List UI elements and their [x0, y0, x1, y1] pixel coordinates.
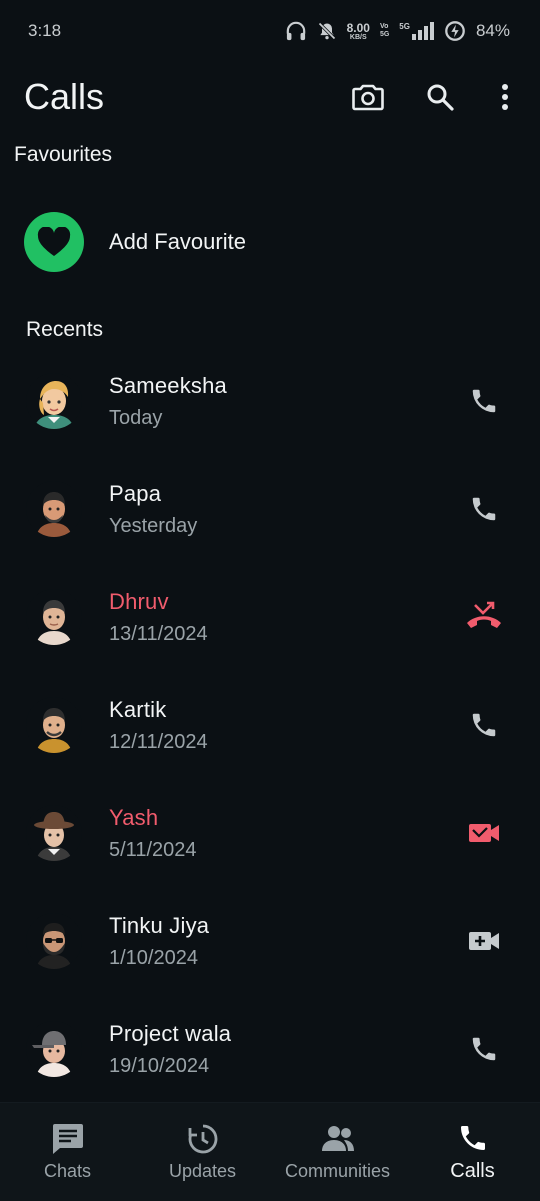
contact-name: Yash [109, 804, 159, 830]
bottom-navigation: Chats Updates Communities Calls [0, 1102, 540, 1201]
call-log-row[interactable]: Yash 5/11/2024 [0, 779, 540, 887]
signal-icon [411, 22, 434, 40]
volte-indicator: Vo 5G [380, 23, 389, 38]
nav-calls[interactable]: Calls [405, 1122, 540, 1183]
more-options-button[interactable] [490, 75, 520, 119]
call-log-row[interactable]: Sameeksha Today [0, 347, 540, 455]
search-button[interactable] [418, 75, 462, 119]
bell-muted-icon [317, 22, 336, 40]
nav-label: Calls [450, 1159, 495, 1182]
missed-call-button[interactable] [462, 595, 506, 639]
camera-button[interactable] [346, 75, 390, 119]
nav-label: Chats [43, 1160, 92, 1181]
app-actions [346, 75, 520, 119]
phone-icon [460, 1125, 485, 1150]
speed-unit: KB/S [349, 33, 367, 41]
status-time: 3:18 [28, 21, 62, 40]
call-date: 1/10/2024 [109, 946, 198, 969]
call-date: 12/11/2024 [109, 730, 208, 753]
more-vertical-icon [502, 84, 508, 110]
call-info: Dhruv 13/11/2024 [109, 589, 462, 646]
contact-name: Kartik [109, 696, 167, 722]
call-info: Papa Yesterday [109, 481, 462, 538]
call-info: Sameeksha Today [109, 373, 462, 430]
avatar [26, 1021, 82, 1077]
call-date: 5/11/2024 [109, 838, 197, 861]
status-bar: 3:18 8.00 KB/S Vo 5G 5G 84% [0, 0, 540, 62]
call-info: Kartik 12/11/2024 [109, 697, 462, 754]
status-icons: 8.00 KB/S Vo 5G 5G 84% [285, 20, 510, 42]
call-date: 13/11/2024 [109, 622, 208, 645]
add-favourite-avatar [24, 212, 84, 272]
contact-name: Dhruv [109, 588, 169, 614]
nav-chats[interactable]: Chats [0, 1123, 135, 1182]
favourites-heading: Favourites [14, 143, 113, 166]
search-icon [427, 84, 454, 111]
call-log-row[interactable]: Tinku Jiya 1/10/2024 [0, 887, 540, 995]
recents-heading: Recents [26, 318, 104, 341]
add-favourite-row[interactable]: Add Favourite [0, 210, 540, 274]
video-call-icon [469, 932, 499, 950]
network-type: 5G [399, 22, 410, 31]
phone-icon [472, 389, 496, 413]
heart-icon [37, 227, 71, 256]
network-speed: 8.00 KB/S [347, 22, 370, 41]
call-info: Yash 5/11/2024 [109, 805, 462, 862]
contact-name: Papa [109, 480, 162, 506]
call-date: Today [109, 406, 163, 429]
avatar [26, 913, 82, 969]
volte-top: Vo [379, 23, 389, 31]
missed-video-call-icon [469, 824, 499, 842]
avatar [26, 589, 82, 645]
voice-call-button[interactable] [462, 703, 506, 747]
volte-bottom: 5G [379, 31, 390, 38]
avatar [26, 481, 82, 537]
speed-value: 8.00 [346, 20, 370, 35]
phone-icon [472, 497, 496, 521]
communities-icon [321, 1125, 354, 1151]
contact-name: Project wala [109, 1020, 232, 1046]
call-log-row[interactable]: Kartik 12/11/2024 [0, 671, 540, 779]
signal-indicator: 5G [399, 22, 434, 40]
video-call-button[interactable] [462, 919, 506, 963]
nav-label: Updates [168, 1160, 237, 1181]
battery-level: 84% [475, 21, 510, 40]
battery-charging-icon [445, 21, 465, 41]
contact-name: Tinku Jiya [109, 912, 210, 938]
phone-icon [472, 1037, 496, 1061]
missed-video-call-button[interactable] [462, 811, 506, 855]
avatar [26, 373, 82, 429]
updates-icon [188, 1124, 217, 1153]
add-favourite-label: Add Favourite [109, 229, 246, 254]
missed-call-icon [467, 601, 501, 628]
nav-updates[interactable]: Updates [135, 1123, 270, 1182]
page-title: Calls [24, 76, 105, 117]
call-date: 19/10/2024 [109, 1054, 210, 1077]
nav-communities[interactable]: Communities [270, 1123, 405, 1182]
nav-label: Communities [284, 1160, 391, 1181]
voice-call-button[interactable] [462, 1027, 506, 1071]
voice-call-button[interactable] [462, 487, 506, 531]
chat-icon [52, 1123, 83, 1154]
contact-name: Sameeksha [109, 372, 227, 398]
call-date: Yesterday [109, 514, 198, 537]
avatar [26, 697, 82, 753]
voice-call-button[interactable] [462, 379, 506, 423]
call-info: Tinku Jiya 1/10/2024 [109, 913, 462, 970]
headphones-icon [286, 21, 305, 41]
avatar [26, 805, 82, 861]
app-bar: Calls [0, 62, 540, 132]
call-info: Project wala 19/10/2024 [109, 1021, 462, 1078]
call-log-row[interactable]: Dhruv 13/11/2024 [0, 563, 540, 671]
camera-icon [352, 84, 384, 111]
call-log-row[interactable]: Papa Yesterday [0, 455, 540, 563]
call-log-row[interactable]: Project wala 19/10/2024 [0, 995, 540, 1103]
phone-icon [472, 713, 496, 737]
